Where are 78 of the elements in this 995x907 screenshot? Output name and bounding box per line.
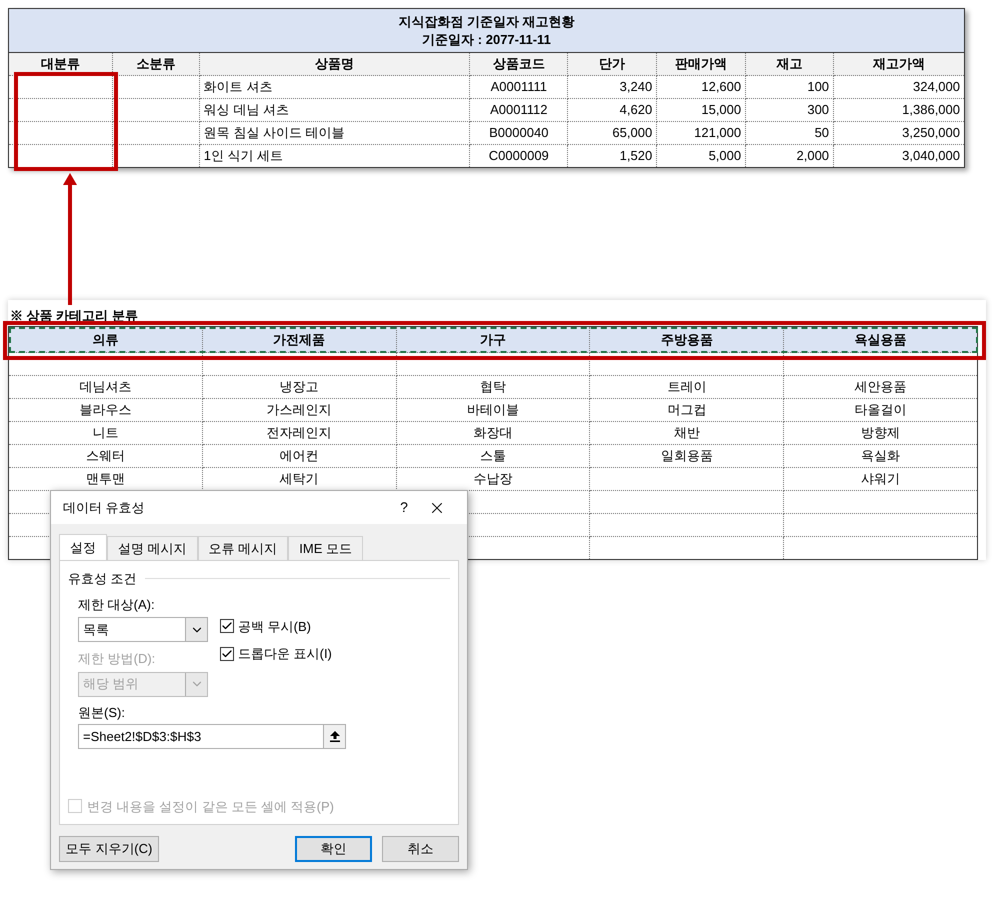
table-cell: 스툴 xyxy=(480,448,506,464)
table-cell: 원목 침실 사이드 테이블 xyxy=(204,125,345,140)
source-field[interactable]: =Sheet2!$D$3:$H$3 xyxy=(78,724,346,749)
table-cell: 12,600 xyxy=(701,79,742,94)
table-cell: 65,000 xyxy=(612,125,652,140)
table-cell: 타올걸이 xyxy=(854,402,907,418)
table-cell: 데님셔츠 xyxy=(79,379,132,394)
checkbox[interactable] xyxy=(220,646,234,661)
checkbox-label: 공백 무시(B) xyxy=(238,618,311,636)
report-date: 기준일자 : 2077-11-11 xyxy=(421,30,552,48)
table-cell: 머그컵 xyxy=(667,402,706,418)
dialog-button[interactable]: 모두 지우기(C) xyxy=(59,836,159,862)
field-label: 원본(S): xyxy=(78,704,126,722)
table-cell: 수납장 xyxy=(473,471,512,486)
table-cell: 화장대 xyxy=(473,425,512,440)
dialog-button[interactable]: 취소 xyxy=(382,836,459,862)
table-cell: 300 xyxy=(807,102,830,118)
table-cell: 샤워기 xyxy=(861,471,900,486)
table-cell: 바테이블 xyxy=(466,402,519,418)
column-header: 상품명 xyxy=(199,52,470,76)
column-header: 가구 xyxy=(396,326,590,352)
table-cell: 트레이 xyxy=(667,379,706,394)
column-header: 상품코드 xyxy=(470,52,568,76)
column-header: 재고 xyxy=(746,52,834,76)
table-cell: 채반 xyxy=(674,425,700,440)
table-cell: 세탁기 xyxy=(280,471,319,486)
help-button[interactable]: ? xyxy=(389,497,419,518)
table-cell: 15,000 xyxy=(701,102,742,118)
table-cell: 일회용품 xyxy=(660,448,713,464)
table-cell: 4,620 xyxy=(620,102,652,118)
dialog-title: 데이터 유효성 xyxy=(63,498,146,517)
table-cell: 324,000 xyxy=(913,79,960,94)
report-title: 지식잡화점 기준일자 재고현황 xyxy=(397,12,576,30)
table-cell: 화이트 셔츠 xyxy=(204,79,272,94)
table-cell: 맨투맨 xyxy=(86,471,125,486)
dialog-button[interactable]: 확인 xyxy=(295,836,372,862)
table-cell: 3,040,000 xyxy=(902,148,960,164)
table-cell: 스웨터 xyxy=(86,448,125,464)
tab[interactable]: 설정 xyxy=(59,534,107,560)
table-cell: 블라우스 xyxy=(79,402,132,418)
tab[interactable]: IME 모드 xyxy=(288,536,363,560)
tab[interactable]: 오류 메시지 xyxy=(198,536,288,560)
checkbox-label: 드롭다운 표시(I) xyxy=(238,645,332,663)
table-cell: 121,000 xyxy=(694,125,742,140)
table-cell: 5,000 xyxy=(708,148,742,164)
table-cell: 1,386,000 xyxy=(902,102,960,118)
column-header: 대분류 xyxy=(8,52,112,76)
table-cell: A0001111 xyxy=(490,79,547,94)
table-cell: B0000040 xyxy=(489,125,548,140)
checkbox[interactable] xyxy=(220,619,234,634)
table-cell: 2,000 xyxy=(796,148,830,164)
table-cell: 전자레인지 xyxy=(266,425,332,440)
table-cell: 욕실화 xyxy=(861,448,900,464)
field-label: 제한 대상(A): xyxy=(78,596,156,614)
dropdown-field[interactable]: 목록 xyxy=(78,617,208,642)
table-cell: 100 xyxy=(807,79,830,94)
table-cell: 협탁 xyxy=(480,379,506,394)
table-cell: 세안용품 xyxy=(854,379,907,394)
table-cell: 에어컨 xyxy=(280,448,319,464)
table-cell: C0000009 xyxy=(488,148,549,164)
table-cell: 1,520 xyxy=(620,148,652,164)
column-header: 판매가액 xyxy=(656,52,746,76)
field-label: 제한 방법(D): xyxy=(78,650,156,668)
table-cell: 냉장고 xyxy=(280,379,319,394)
table-cell: 1인 식기 세트 xyxy=(204,148,284,164)
table-cell: 니트 xyxy=(92,425,118,440)
group-label: 유효성 조건 xyxy=(68,570,137,588)
table-cell: 3,240 xyxy=(620,79,652,94)
table-cell: 3,250,000 xyxy=(902,125,960,140)
table-cell: 워싱 데님 셔츠 xyxy=(204,102,289,118)
checkbox-label: 변경 내용을 설정이 같은 모든 셀에 적용(P) xyxy=(87,798,334,816)
table-cell: A0001112 xyxy=(490,102,548,118)
table-cell: 방향제 xyxy=(861,425,900,440)
tab[interactable]: 설명 메시지 xyxy=(107,536,198,560)
table-cell: 가스레인지 xyxy=(266,402,332,418)
table-cell: 50 xyxy=(814,125,830,140)
column-header: 단가 xyxy=(568,52,657,76)
collapse-dialog-icon[interactable] xyxy=(323,725,345,748)
